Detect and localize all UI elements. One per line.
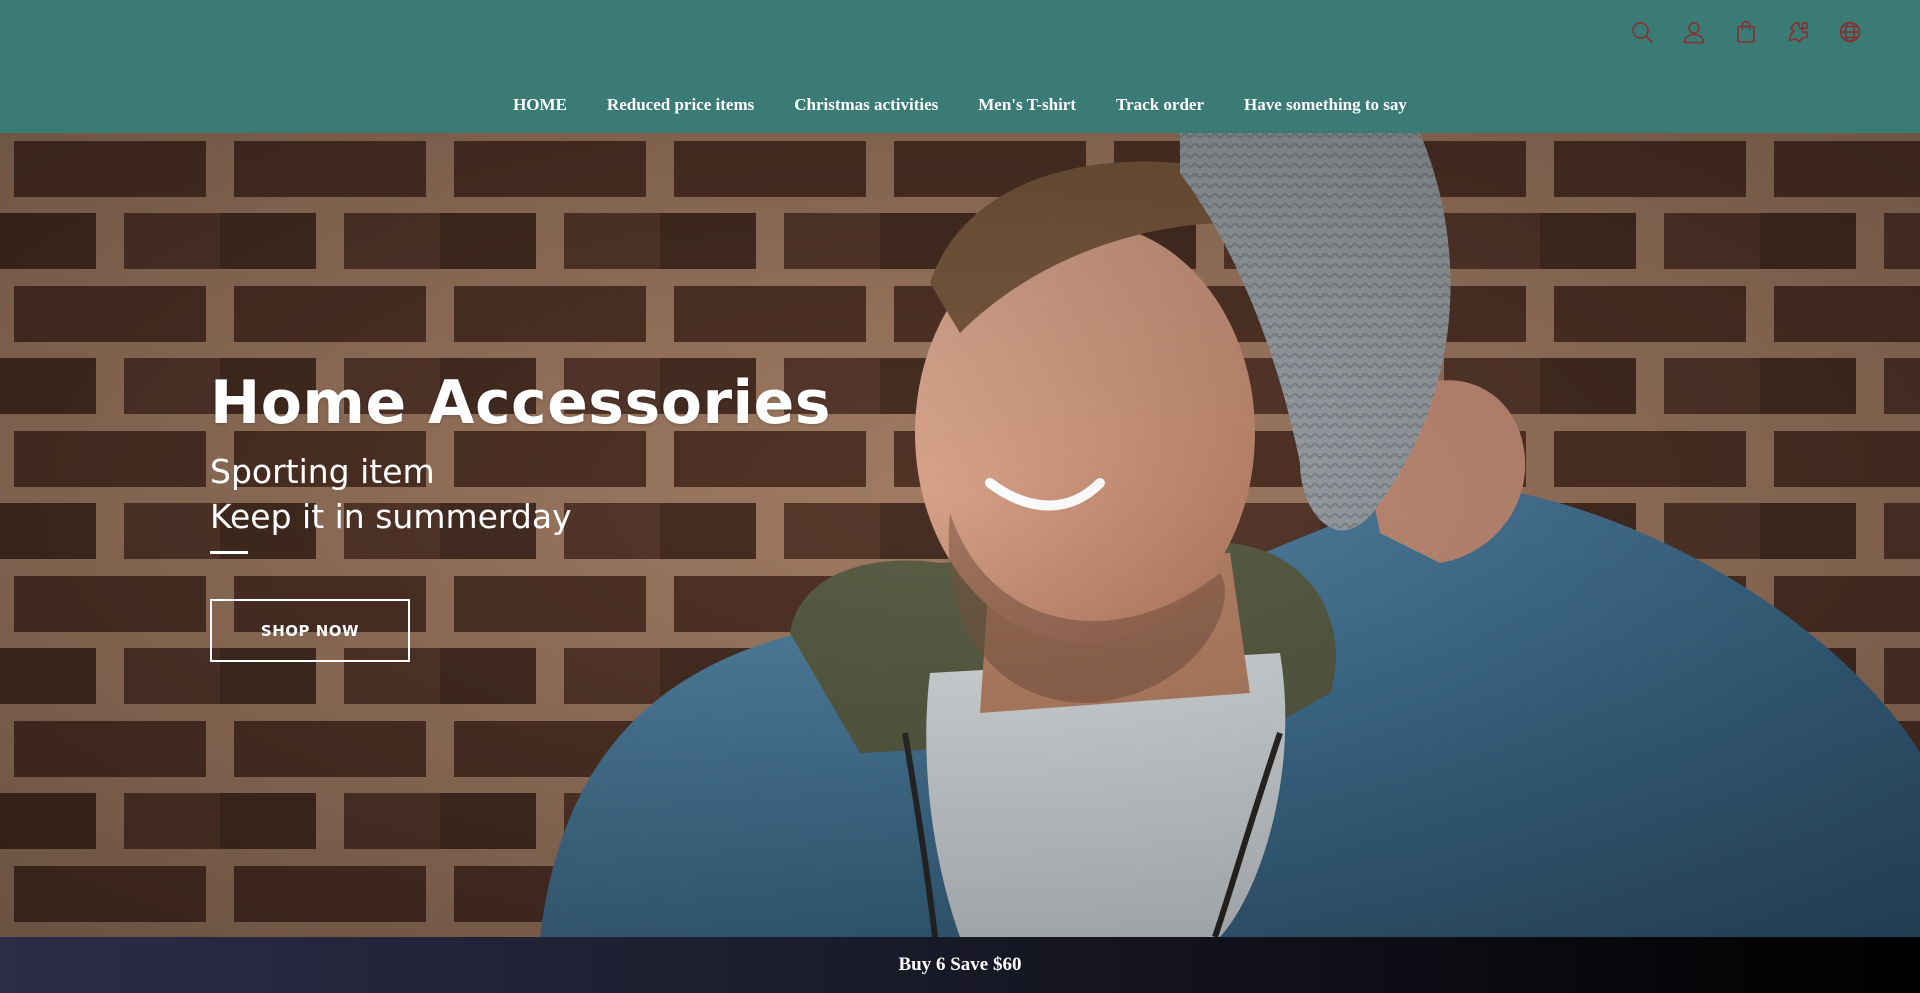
puzzle-icon[interactable] — [1786, 20, 1810, 44]
shop-now-button[interactable]: SHOP NOW — [210, 599, 410, 662]
globe-icon[interactable] — [1838, 20, 1862, 44]
nav-item-have-something-to-say[interactable]: Have something to say — [1224, 92, 1427, 118]
nav-item-home[interactable]: HOME — [493, 92, 587, 118]
site-header: HOME Reduced price items Christmas activ… — [0, 0, 1920, 133]
shopping-bag-icon[interactable] — [1734, 20, 1758, 44]
nav-item-mens-tshirt[interactable]: Men's T-shirt — [958, 92, 1096, 118]
hero-divider — [210, 551, 248, 554]
header-icons — [1630, 20, 1862, 44]
hero-subtitle-line2: Keep it in summerday — [210, 497, 572, 536]
nav-item-reduced-price-items[interactable]: Reduced price items — [587, 92, 774, 118]
hero-subtitle-line1: Sporting item — [210, 452, 435, 491]
user-icon[interactable] — [1682, 20, 1706, 44]
nav-item-track-order[interactable]: Track order — [1096, 92, 1224, 118]
hero-banner: Home Accessories Sporting item Keep it i… — [0, 133, 1920, 937]
search-icon[interactable] — [1630, 20, 1654, 44]
promo-text[interactable]: Buy 6 Save $60 — [899, 954, 1022, 976]
promo-bar: Buy 6 Save $60 — [0, 937, 1920, 993]
hero-title: Home Accessories — [210, 368, 832, 438]
nav-item-christmas-activities[interactable]: Christmas activities — [774, 92, 958, 118]
main-nav: HOME Reduced price items Christmas activ… — [0, 92, 1920, 118]
hero-content: Home Accessories Sporting item Keep it i… — [210, 373, 831, 662]
